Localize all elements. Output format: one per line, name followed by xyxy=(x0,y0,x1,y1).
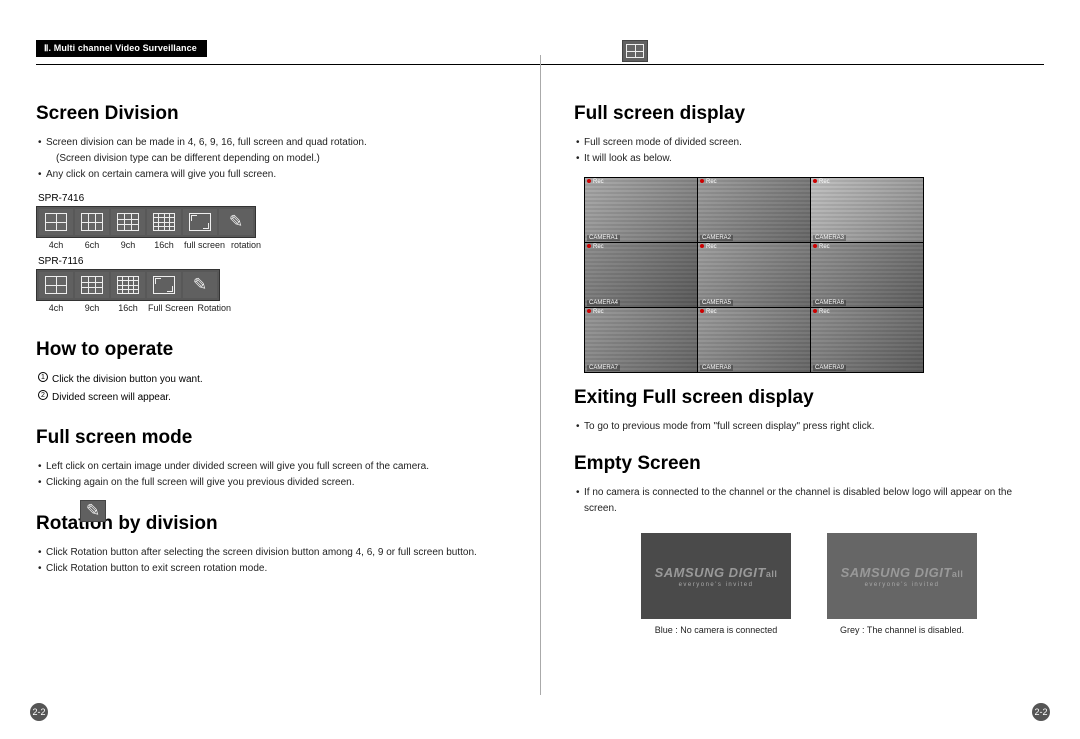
heading-exiting-full-screen: Exiting Full screen display xyxy=(574,387,1044,409)
model-label-7416: SPR-7416 xyxy=(38,193,512,204)
camera-cell: RecCAMERA9 xyxy=(811,308,923,372)
bullet: Click Rotation button to exit screen rot… xyxy=(38,561,512,577)
how-to-steps: 1Click the division button you want. 2Di… xyxy=(38,371,512,407)
logo-row: SAMSUNG DIGITall everyone's invited SAMS… xyxy=(574,533,1044,619)
step: 1Click the division button you want. xyxy=(38,371,512,389)
camera-cell: RecCAMERA2 xyxy=(698,178,810,242)
bullet: Click Rotation button after selecting th… xyxy=(38,545,512,561)
bullet: Full screen mode of divided screen. xyxy=(576,135,1044,151)
camera-cell: RecCAMERA4 xyxy=(585,243,697,307)
camera-cell: RecCAMERA8 xyxy=(698,308,810,372)
heading-full-screen-mode: Full screen mode xyxy=(36,427,512,449)
heading-how-to-operate: How to operate xyxy=(36,339,512,361)
bullet: Clicking again on the full screen will g… xyxy=(38,475,512,491)
caption-blue: Blue : No camera is connected xyxy=(641,625,791,635)
mode-rotation[interactable]: ✎ xyxy=(183,272,217,298)
right-column: Full screen display Full screen mode of … xyxy=(540,95,1044,695)
mode-9ch[interactable] xyxy=(75,272,109,298)
rotation-bullets: Click Rotation button after selecting th… xyxy=(38,545,512,577)
margin-rotation-icon: ✎ xyxy=(80,500,106,522)
page-number-right: 2-2 xyxy=(1032,703,1050,721)
left-column: Screen Division Screen division can be m… xyxy=(36,95,540,695)
logo-card-grey: SAMSUNG DIGITall everyone's invited xyxy=(827,533,977,619)
rotation-icon: ✎ xyxy=(190,275,210,295)
logo-captions: Blue : No camera is connected Grey : The… xyxy=(574,625,1044,635)
brand-tagline: everyone's invited xyxy=(679,582,754,588)
camera-cell: RecCAMERA6 xyxy=(811,243,923,307)
section-tab: Ⅱ. Multi channel Video Surveillance xyxy=(36,40,207,57)
bullet: It will look as below. xyxy=(576,151,1044,167)
mode-fullscreen[interactable] xyxy=(183,209,217,235)
fullscreen-icon xyxy=(153,276,175,294)
manual-page: Ⅱ. Multi channel Video Surveillance Scre… xyxy=(0,0,1080,739)
model-label-7116: SPR-7116 xyxy=(38,256,512,267)
bullet: Any click on certain camera will give yo… xyxy=(38,167,512,183)
mode-fullscreen[interactable] xyxy=(147,272,181,298)
heading-empty-screen: Empty Screen xyxy=(574,453,1044,475)
logo-card-blue: SAMSUNG DIGITall everyone's invited xyxy=(641,533,791,619)
mode-4ch[interactable] xyxy=(39,272,73,298)
mode-rotation[interactable]: ✎ xyxy=(219,209,253,235)
labels-7116: 4ch 9ch 16ch Full Screen Rotation xyxy=(38,303,512,313)
subnote: (Screen division type can be different d… xyxy=(56,153,320,164)
heading-full-screen-display: Full screen display xyxy=(574,103,1044,125)
screen-division-bullets: Screen division can be made in 4, 6, 9, … xyxy=(38,135,512,183)
camera-cell: RecCAMERA1 xyxy=(585,178,697,242)
bullet: If no camera is connected to the channel… xyxy=(576,485,1044,517)
bullet: Left click on certain image under divide… xyxy=(38,459,512,475)
bullet: Screen division can be made in 4, 6, 9, … xyxy=(38,135,512,167)
step: 2Divided screen will appear. xyxy=(38,389,512,407)
brand-tagline: everyone's invited xyxy=(865,582,940,588)
mode-buttons-7116: ✎ xyxy=(36,269,220,301)
full-display-bullets: Full screen mode of divided screen. It w… xyxy=(576,135,1044,167)
exit-bullets: To go to previous mode from "full screen… xyxy=(576,419,1044,435)
brand-logo: SAMSUNG DIGITall xyxy=(841,565,964,580)
labels-7416: 4ch 6ch 9ch 16ch full screen rotation xyxy=(38,240,512,250)
columns: Screen Division Screen division can be m… xyxy=(36,95,1044,695)
brand-logo: SAMSUNG DIGITall xyxy=(655,565,778,580)
heading-screen-division: Screen Division xyxy=(36,103,512,125)
margin-grid-icon xyxy=(622,40,648,62)
empty-bullets: If no camera is connected to the channel… xyxy=(576,485,1044,517)
camera-cell: RecCAMERA7 xyxy=(585,308,697,372)
heading-rotation-by-division: Rotation by division xyxy=(36,513,512,535)
mode-16ch[interactable] xyxy=(111,272,145,298)
full-mode-bullets: Left click on certain image under divide… xyxy=(38,459,512,491)
mode-16ch[interactable] xyxy=(147,209,181,235)
camera-cell: RecCAMERA3 xyxy=(811,178,923,242)
mode-buttons-7416: ✎ xyxy=(36,206,256,238)
mode-9ch[interactable] xyxy=(111,209,145,235)
caption-grey: Grey : The channel is disabled. xyxy=(827,625,977,635)
page-number-left: 2-2 xyxy=(30,703,48,721)
camera-grid-screenshot: RecCAMERA1 RecCAMERA2 RecCAMERA3 RecCAME… xyxy=(584,177,924,373)
rotation-icon: ✎ xyxy=(226,212,246,232)
bullet: To go to previous mode from "full screen… xyxy=(576,419,1044,435)
fullscreen-icon xyxy=(189,213,211,231)
camera-cell: RecCAMERA5 xyxy=(698,243,810,307)
mode-6ch[interactable] xyxy=(75,209,109,235)
mode-4ch[interactable] xyxy=(39,209,73,235)
